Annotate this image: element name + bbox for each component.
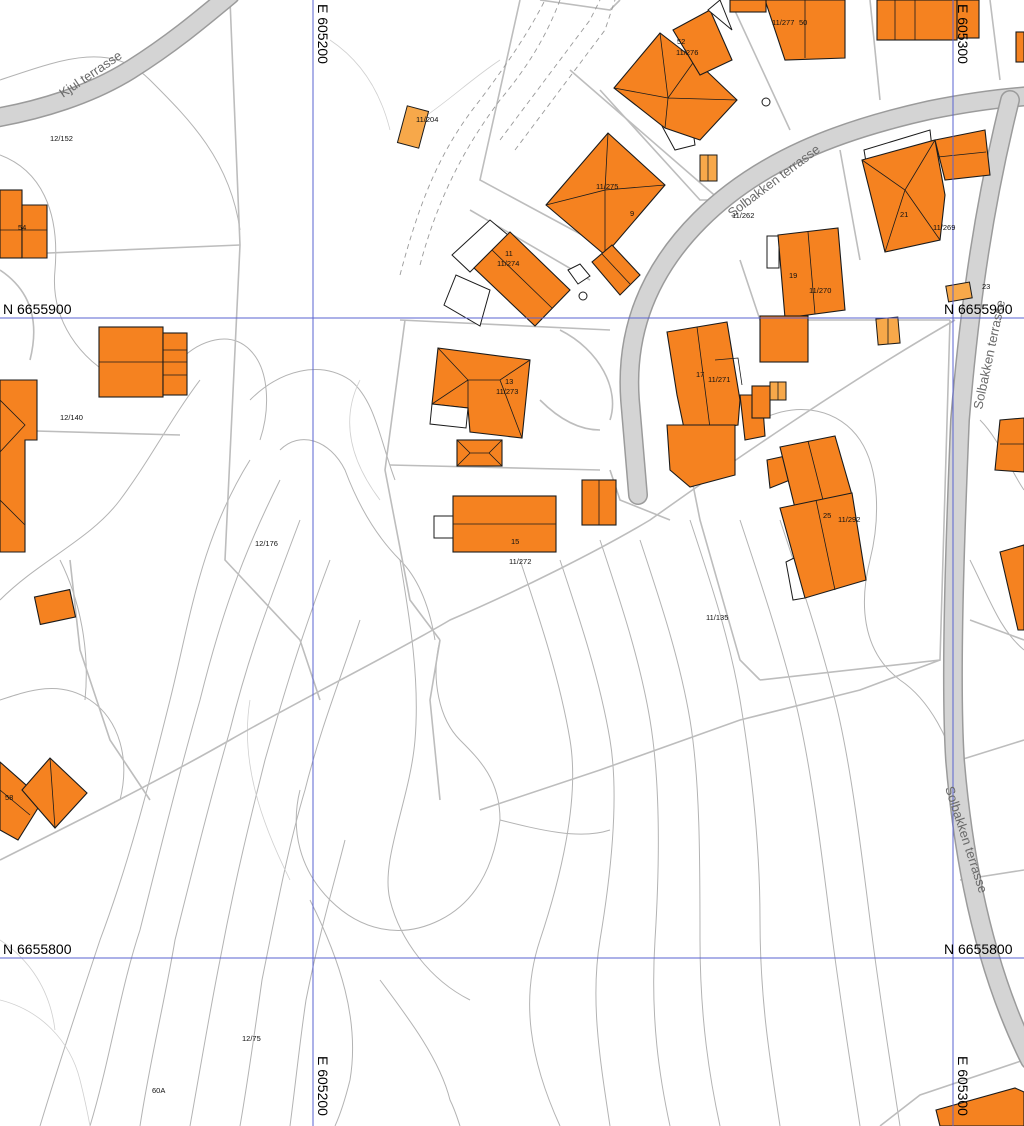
parcel-label-12-140: 12/140: [60, 413, 83, 422]
shed-11-276: [699, 154, 718, 182]
parcel-label-11-135: 11/135: [706, 613, 728, 622]
building-17-wing: [666, 424, 736, 488]
northing-label-right-6655800: N 6655800: [944, 941, 1013, 957]
house-number-19: 19: [789, 271, 797, 280]
easting-label-top-605300: E 605300: [955, 4, 971, 64]
shed-11-204: [396, 105, 430, 149]
house-number-58: 58: [5, 793, 13, 802]
parcel-label-11-270: 11/270: [809, 286, 831, 295]
building-12-140-b: [162, 332, 188, 396]
parcel-label-11-275: 11/275: [596, 182, 618, 191]
northing-label-left-6655800: N 6655800: [3, 941, 72, 957]
parcel-label-60a: 60A: [152, 1086, 165, 1095]
house-number-21: 21: [900, 210, 908, 219]
parcel-label-12-152: 12/152: [50, 134, 73, 143]
house-number-9: 9: [630, 209, 634, 218]
shed-23: [945, 281, 973, 303]
garage-small: [567, 263, 591, 285]
building-19-garage: [759, 315, 809, 363]
building-9-annex: [591, 244, 641, 296]
building-21: [861, 139, 946, 253]
parcel-label-11-272: 11/272: [509, 557, 531, 566]
parcel-label-11-292: 11/292: [838, 515, 860, 524]
parcel-label-11-271: 11/271: [708, 375, 730, 384]
house-number-11: 11: [505, 249, 513, 258]
house-number-13: 13: [505, 377, 513, 386]
cadastral-map[interactable]: E 605200 E 605300 E 605200 E 605300 N 66…: [0, 0, 1024, 1126]
building-11-277: [729, 0, 767, 13]
survey-point-1: [761, 97, 771, 107]
house-number-25: 25: [823, 511, 831, 520]
parcel-label-12-75: 12/75: [242, 1034, 261, 1043]
annex-19: [766, 235, 780, 269]
parcel-label-11-204: 11/204: [416, 115, 438, 124]
parcel-label-11-273: 11/273: [496, 387, 518, 396]
easting-label-bottom-605300: E 605300: [955, 1056, 971, 1116]
building-north-right: [876, 0, 958, 41]
parcel-label-11-276: 11/276: [676, 48, 698, 57]
northing-label-left-6655900: N 6655900: [3, 301, 72, 317]
house-number-23: 23: [982, 282, 990, 291]
building-11-275: [545, 132, 666, 256]
house-number-52: 52: [677, 37, 685, 46]
easting-label-top-605200: E 605200: [315, 4, 331, 64]
building-17-shed: [751, 385, 771, 419]
parcel-label-11-269: 11/269: [933, 223, 955, 232]
contour-lines: [0, 39, 1024, 1126]
parcel-label-11-277: 11/277: [772, 18, 794, 27]
building-small-sw: [33, 588, 77, 626]
house-number-50: 50: [799, 18, 807, 27]
house-number-15: 15: [511, 537, 519, 546]
house-number-54: 54: [18, 223, 26, 232]
building-edge-ne: [1015, 31, 1024, 63]
parcel-label-12-176: 12/176: [255, 539, 278, 548]
survey-point-2: [578, 291, 588, 301]
building-21-b: [934, 129, 991, 181]
easting-label-bottom-605200: E 605200: [315, 1056, 331, 1116]
building-east-1: [994, 417, 1024, 473]
parcel-label-11-274: 11/274: [497, 259, 519, 268]
parcel-label-11-262: 11/262: [732, 211, 754, 220]
building-east-2: [999, 544, 1024, 631]
annex-13: [429, 403, 469, 429]
house-number-17: 17: [696, 370, 704, 379]
building-se: [935, 1087, 1024, 1126]
